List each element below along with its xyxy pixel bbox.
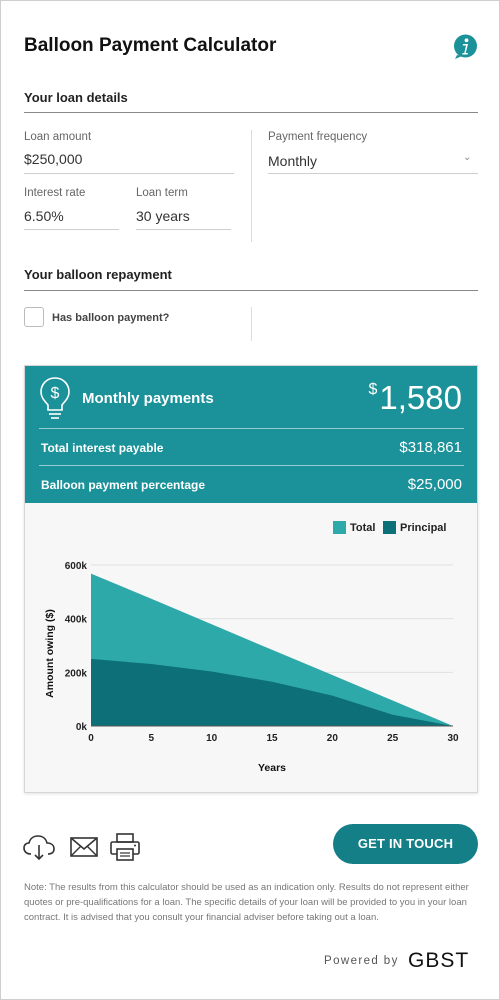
- section-divider: [24, 112, 478, 113]
- loan-amount-underline: [24, 173, 234, 174]
- x-tick-label: 10: [206, 733, 218, 744]
- x-tick-label: 5: [149, 733, 155, 744]
- results-card: $ Monthly payments $1,580 Total interest…: [24, 365, 478, 793]
- info-icon[interactable]: [453, 34, 478, 59]
- y-axis-label: Amount owing ($): [44, 609, 56, 698]
- chevron-down-icon[interactable]: ⌄: [463, 152, 471, 163]
- interest-rate-input[interactable]: 6.50%: [24, 208, 64, 224]
- powered-by-label: Powered by: [324, 955, 399, 967]
- total-interest-label: Total interest payable: [41, 441, 164, 455]
- loan-amount-input[interactable]: $250,000: [24, 151, 82, 167]
- balloon-heading: Your balloon repayment: [24, 267, 172, 282]
- y-tick-label: 200k: [65, 668, 88, 679]
- monthly-amount-value: 1,580: [379, 379, 462, 416]
- x-axis-label: Years: [258, 762, 286, 774]
- results-divider: [39, 428, 464, 429]
- x-tick-label: 20: [327, 733, 339, 744]
- lightbulb-dollar-icon: $: [40, 377, 70, 419]
- column-divider: [251, 130, 252, 242]
- get-in-touch-button[interactable]: GET IN TOUCH: [333, 824, 478, 864]
- payment-frequency-underline: [268, 173, 478, 174]
- currency-symbol: $: [368, 381, 378, 398]
- loan-term-label: Loan term: [136, 187, 188, 199]
- y-tick-label: 0k: [76, 722, 88, 733]
- results-divider: [39, 465, 464, 466]
- balloon-percentage-value: $25,000: [407, 476, 462, 493]
- total-interest-value: $318,861: [399, 439, 462, 456]
- balloon-checkbox[interactable]: [24, 307, 44, 327]
- printer-icon[interactable]: [110, 833, 140, 861]
- x-tick-label: 0: [88, 733, 94, 744]
- loan-term-underline: [136, 229, 231, 230]
- loan-term-input[interactable]: 30 years: [136, 208, 190, 224]
- loan-details-heading: Your loan details: [24, 90, 128, 105]
- brand-logo: GBST: [408, 949, 470, 972]
- svg-text:$: $: [51, 385, 60, 402]
- x-tick-label: 30: [447, 733, 459, 744]
- envelope-icon[interactable]: [70, 833, 98, 861]
- y-tick-label: 400k: [65, 615, 88, 626]
- amount-owing-chart: 600k 400k 200k 0k0 5 10 15 20 25 30 Years Amount ow…: [44, 561, 459, 774]
- balloon-percentage-label: Balloon payment percentage: [41, 478, 206, 492]
- column-divider: [251, 307, 252, 341]
- balloon-checkbox-label[interactable]: Has balloon payment?: [52, 312, 169, 324]
- payment-frequency-select[interactable]: Monthly: [268, 153, 317, 169]
- y-tick-label: 600k: [65, 561, 88, 572]
- x-tick-label: 25: [387, 733, 399, 744]
- section-divider: [24, 290, 478, 291]
- x-tick-label: 15: [266, 733, 278, 744]
- cloud-download-icon[interactable]: [22, 833, 56, 861]
- monthly-payments-label: Monthly payments: [82, 390, 214, 407]
- page-title: Balloon Payment Calculator: [24, 35, 277, 56]
- interest-rate-underline: [24, 229, 119, 230]
- loan-amount-label: Loan amount: [24, 131, 92, 143]
- disclaimer-note: Note: The results from this calculator s…: [24, 882, 469, 923]
- monthly-amount: $1,580: [369, 379, 463, 417]
- results-summary: $ Monthly payments $1,580 Total interest…: [25, 366, 477, 503]
- interest-rate-label: Interest rate: [24, 187, 86, 199]
- payment-frequency-label: Payment frequency: [268, 131, 368, 143]
